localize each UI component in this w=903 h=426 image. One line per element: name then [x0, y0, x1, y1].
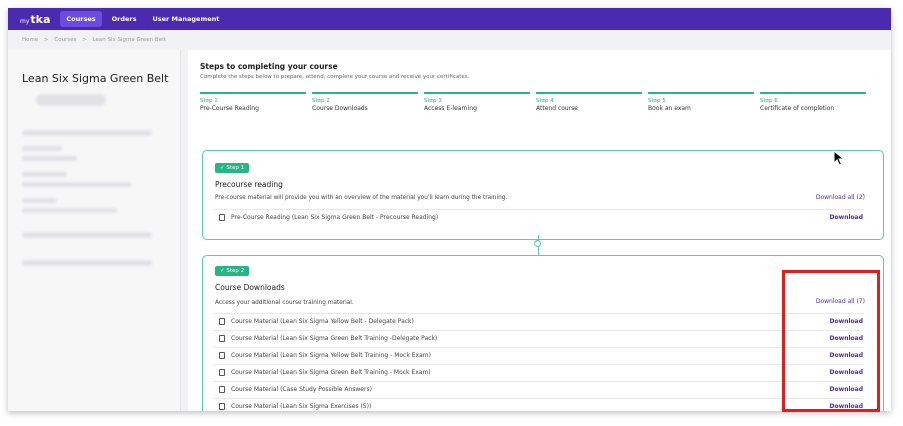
card-description: Access your additional course training m… [215, 300, 354, 306]
nav-courses[interactable]: Courses [60, 11, 102, 27]
file-name: Course Material (Lean Six Sigma Yellow B… [231, 318, 414, 325]
logo[interactable]: mytka [20, 13, 50, 26]
document-icon [219, 369, 225, 376]
step-name: Attend course [536, 105, 578, 112]
file-row: Course Material (Lean Six Sigma Exercise… [213, 398, 863, 411]
mouse-cursor-icon [833, 150, 845, 166]
file-name: Course Material (Lean Six Sigma Exercise… [231, 403, 372, 410]
card-title: Precourse reading [215, 180, 283, 189]
blurred-item [22, 260, 152, 266]
step-6[interactable]: Step 6 Certificate of completion [760, 92, 866, 112]
blurred-button [36, 94, 106, 106]
step-name: Pre-Course Reading [200, 105, 259, 112]
sidebar: Lean Six Sigma Green Belt [8, 50, 181, 411]
step-number: Step 3 [424, 98, 442, 104]
blurred-item [22, 198, 57, 203]
step-number: Step 2 [312, 98, 330, 104]
blurred-item [22, 232, 152, 238]
file-row: Course Material (Case Study Possible Ans… [213, 381, 863, 397]
step-badge: ✓ Step 1 [215, 163, 250, 173]
file-name: Course Material (Lean Six Sigma Green Be… [231, 335, 438, 342]
blurred-item [22, 156, 77, 161]
breadcrumb-separator: > [82, 37, 87, 43]
file-row: Pre-Course Reading (Lean Six Sigma Green… [213, 209, 863, 225]
app-window: mytka Courses Orders User Management Hom… [8, 8, 891, 411]
step-number: Step 4 [536, 98, 554, 104]
top-navigation: mytka Courses Orders User Management [8, 8, 891, 30]
card-description: Pre-course material will provide you wit… [215, 195, 508, 201]
step-badge: ✓ Step 2 [215, 266, 250, 276]
file-name: Course Material (Case Study Possible Ans… [231, 386, 372, 393]
step-name: Access E-learning [424, 105, 477, 112]
breadcrumb-current: Lean Six Sigma Green Belt [92, 37, 166, 43]
steps-progress: Step 1 Pre-Course Reading Step 2 Course Do… [200, 92, 870, 122]
step-4[interactable]: Step 4 Attend course [536, 92, 642, 112]
step-name: Book an exam [648, 105, 691, 112]
document-icon [219, 214, 225, 221]
document-icon [219, 403, 225, 410]
breadcrumb-courses[interactable]: Courses [54, 37, 76, 43]
document-icon [219, 335, 225, 342]
step-1[interactable]: Step 1 Pre-Course Reading [200, 92, 306, 112]
step-5[interactable]: Step 5 Book an exam [648, 92, 754, 112]
blurred-item [22, 182, 132, 187]
connector-dot [534, 240, 541, 247]
blurred-item [22, 130, 152, 136]
file-row: Course Material (Lean Six Sigma Green Be… [213, 330, 863, 346]
breadcrumb: Home > Courses > Lean Six Sigma Green Be… [22, 37, 170, 43]
document-icon [219, 386, 225, 393]
document-icon [219, 318, 225, 325]
breadcrumb-separator: > [44, 37, 49, 43]
step-name: Certificate of completion [760, 105, 835, 112]
file-name: Course Material (Lean Six Sigma Yellow B… [231, 352, 431, 359]
step-number: Step 5 [648, 98, 666, 104]
blurred-item [22, 172, 67, 177]
steps-title: Steps to completing your course [200, 62, 338, 71]
step-1-card: ✓ Step 1 Precourse reading Pre-course ma… [202, 150, 884, 240]
step-3[interactable]: Step 3 Access E-learning [424, 92, 530, 112]
file-name: Pre-Course Reading (Lean Six Sigma Green… [231, 214, 439, 221]
download-all-link[interactable]: Download all (2) [816, 194, 865, 201]
blurred-item [22, 146, 62, 151]
blurred-item [22, 208, 117, 213]
course-title: Lean Six Sigma Green Belt [22, 72, 169, 85]
step-2[interactable]: Step 2 Course Downloads [312, 92, 418, 112]
step-number: Step 6 [760, 98, 778, 104]
file-row: Course Material (Lean Six Sigma Yellow B… [213, 313, 863, 329]
file-row: Course Material (Lean Six Sigma Green Be… [213, 364, 863, 380]
document-icon [219, 352, 225, 359]
steps-subtitle: Complete the steps below to prepare, att… [200, 74, 470, 80]
nav-orders[interactable]: Orders [106, 11, 143, 27]
card-title: Course Downloads [215, 283, 285, 292]
nav-user-management[interactable]: User Management [147, 11, 226, 27]
step-name: Course Downloads [312, 105, 368, 112]
step-number: Step 1 [200, 98, 218, 104]
highlight-box [782, 270, 880, 412]
download-link[interactable]: Download [830, 214, 863, 221]
file-row: Course Material (Lean Six Sigma Yellow B… [213, 347, 863, 363]
breadcrumb-home[interactable]: Home [22, 37, 38, 43]
file-name: Course Material (Lean Six Sigma Green Be… [231, 369, 431, 376]
